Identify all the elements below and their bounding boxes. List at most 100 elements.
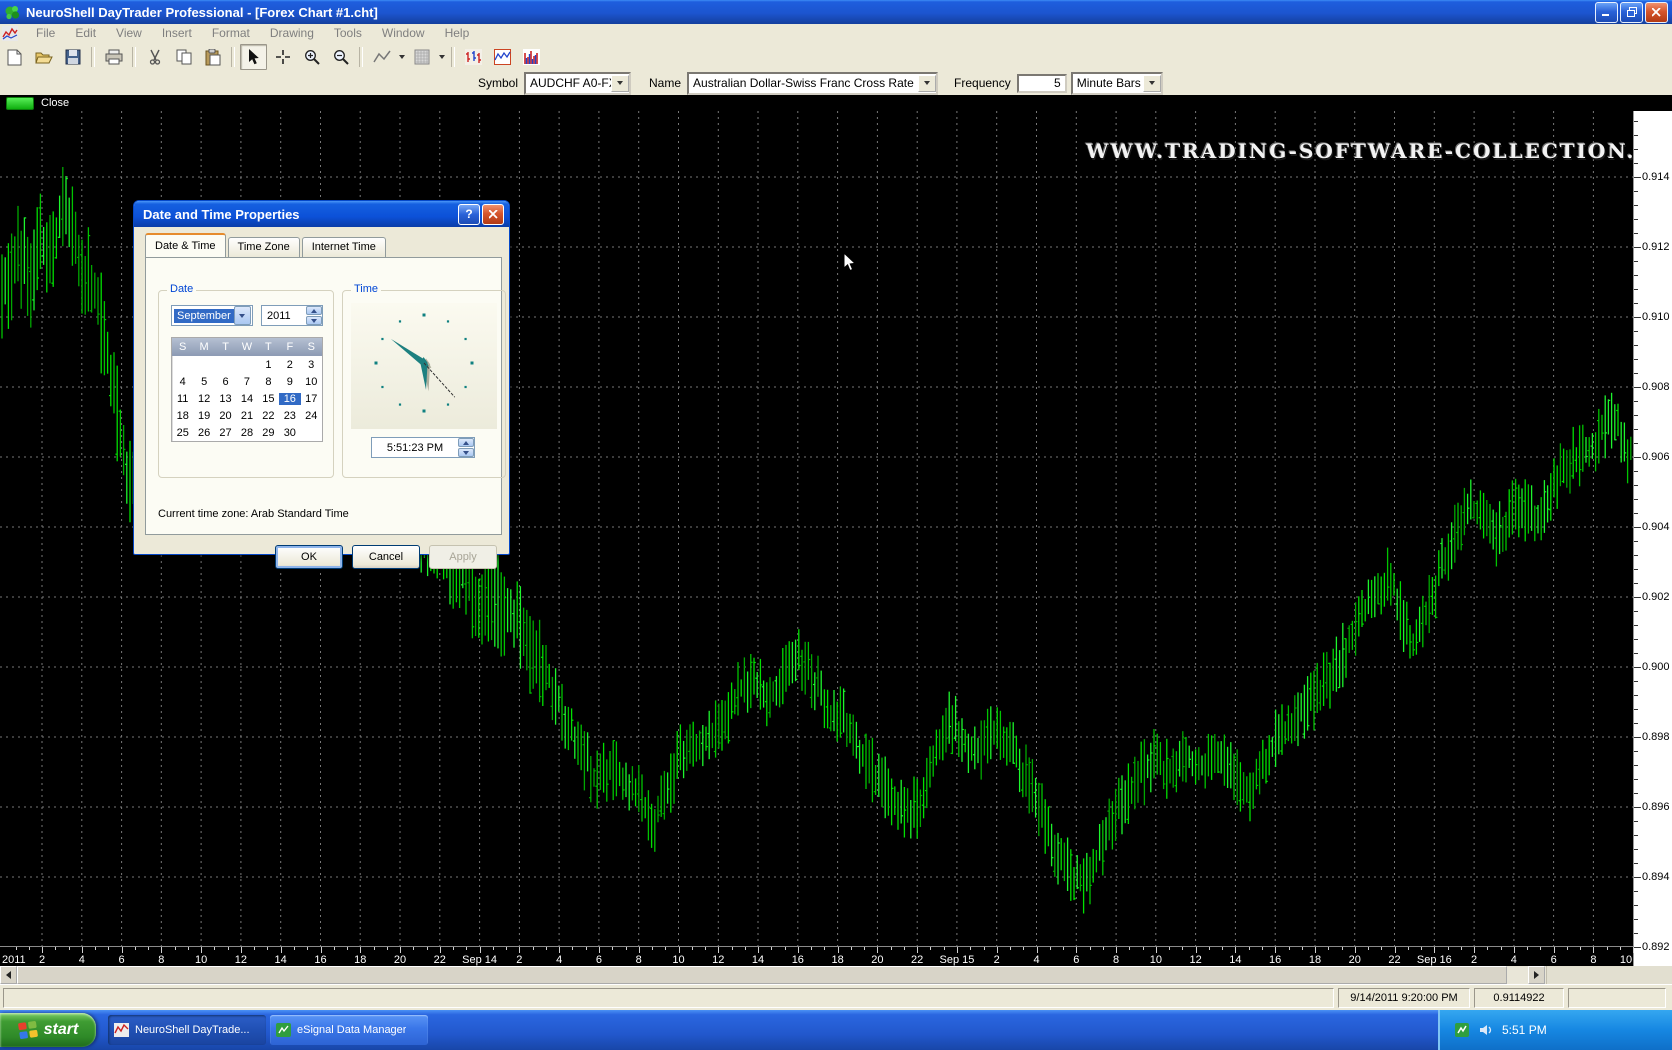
calendar-day-17[interactable]: 17 — [301, 393, 322, 405]
pointer-tool-icon[interactable] — [240, 44, 267, 70]
calendar-day-23[interactable]: 23 — [279, 410, 300, 422]
dialog-help-button[interactable]: ? — [458, 204, 480, 225]
chart-wave-icon[interactable] — [489, 44, 516, 70]
frequency-input[interactable]: 5 — [1017, 74, 1067, 93]
time-minor-tick — [347, 947, 348, 950]
calendar-day-19[interactable]: 19 — [193, 410, 214, 422]
calendar-day-14[interactable]: 14 — [236, 393, 257, 405]
calendar[interactable]: SMTWTFS123456789101112131415161718192021… — [171, 337, 323, 442]
chart-bars-icon[interactable] — [518, 44, 545, 70]
calendar-day-25[interactable]: 25 — [172, 427, 193, 439]
save-icon[interactable] — [59, 44, 86, 70]
tab-internet-time[interactable]: Internet Time — [302, 237, 386, 257]
start-button[interactable]: start — [0, 1013, 96, 1047]
calendar-day-21[interactable]: 21 — [236, 410, 257, 422]
taskbar-task-1[interactable]: eSignal Data Manager — [270, 1015, 428, 1045]
calendar-day-7[interactable]: 7 — [236, 376, 257, 388]
menu-edit[interactable]: Edit — [65, 24, 106, 43]
calendar-day-18[interactable]: 18 — [172, 410, 193, 422]
month-dropdown-icon[interactable] — [234, 306, 251, 325]
time-tick-label: 12 — [1189, 954, 1201, 966]
time-down-icon[interactable] — [458, 448, 474, 457]
month-combobox[interactable]: September — [171, 305, 253, 326]
symbol-dropdown-icon[interactable] — [611, 75, 629, 92]
open-folder-icon[interactable] — [30, 44, 57, 70]
year-up-icon[interactable] — [306, 306, 322, 315]
calendar-day-29[interactable]: 29 — [258, 427, 279, 439]
tab-time-zone[interactable]: Time Zone — [228, 237, 300, 257]
horizontal-scrollbar[interactable] — [0, 966, 1672, 984]
close-button[interactable] — [1645, 2, 1668, 23]
menu-file[interactable]: File — [26, 24, 65, 43]
bar-type-dropdown-icon[interactable] — [1143, 75, 1161, 92]
calendar-day-8[interactable]: 8 — [258, 376, 279, 388]
copy-icon[interactable] — [170, 44, 197, 70]
calendar-day-22[interactable]: 22 — [258, 410, 279, 422]
calendar-day-16[interactable]: 16 — [279, 393, 300, 405]
calendar-day-26[interactable]: 26 — [193, 427, 214, 439]
calendar-day-12[interactable]: 12 — [193, 393, 214, 405]
cancel-button[interactable]: Cancel — [352, 545, 420, 569]
print-icon[interactable] — [100, 44, 127, 70]
name-combobox[interactable]: Australian Dollar-Swiss Franc Cross Rate — [687, 72, 938, 95]
calendar-day-13[interactable]: 13 — [215, 393, 236, 405]
scrollbar-thumb[interactable] — [17, 966, 1507, 984]
scroll-right-icon[interactable] — [1528, 966, 1545, 984]
apply-button[interactable]: Apply — [429, 545, 497, 569]
calendar-day-27[interactable]: 27 — [215, 427, 236, 439]
minimize-button[interactable] — [1595, 2, 1618, 23]
calendar-day-20[interactable]: 20 — [215, 410, 236, 422]
time-minor-tick — [1554, 947, 1555, 950]
time-spinner[interactable]: 5:51:23 PM — [371, 437, 475, 458]
symbol-combobox[interactable]: AUDCHF A0-FX — [524, 72, 631, 95]
menu-help[interactable]: Help — [435, 24, 480, 43]
taskbar-task-0[interactable]: NeuroShell DayTrade... — [108, 1015, 266, 1045]
line-tool-icon[interactable] — [368, 44, 395, 70]
menu-tools[interactable]: Tools — [324, 24, 372, 43]
menu-window[interactable]: Window — [372, 24, 435, 43]
menu-view[interactable]: View — [106, 24, 152, 43]
name-dropdown-icon[interactable] — [918, 75, 936, 92]
paste-icon[interactable] — [199, 44, 226, 70]
menu-insert[interactable]: Insert — [152, 24, 202, 43]
close-series-chip[interactable] — [6, 97, 34, 110]
calendar-day-2[interactable]: 2 — [279, 359, 300, 371]
time-minor-tick — [984, 947, 985, 950]
crosshair-tool-icon[interactable] — [269, 44, 296, 70]
ok-button[interactable]: OK — [275, 545, 343, 569]
calendar-day-1[interactable]: 1 — [258, 359, 279, 371]
year-down-icon[interactable] — [306, 316, 322, 325]
calendar-day-30[interactable]: 30 — [279, 427, 300, 439]
calendar-day-9[interactable]: 9 — [279, 376, 300, 388]
calendar-day-15[interactable]: 15 — [258, 393, 279, 405]
cut-icon[interactable] — [141, 44, 168, 70]
calendar-day-6[interactable]: 6 — [215, 376, 236, 388]
bar-type-combobox[interactable]: Minute Bars — [1071, 72, 1163, 95]
scroll-left-icon[interactable] — [0, 966, 17, 984]
time-up-icon[interactable] — [458, 438, 474, 447]
pattern-tool-dropdown-icon[interactable] — [436, 45, 447, 69]
calendar-day-3[interactable]: 3 — [301, 359, 322, 371]
menu-format[interactable]: Format — [202, 24, 260, 43]
calendar-day-11[interactable]: 11 — [172, 393, 193, 405]
time-minor-tick — [559, 947, 560, 950]
calendar-day-24[interactable]: 24 — [301, 410, 322, 422]
zoom-out-icon[interactable] — [327, 44, 354, 70]
menu-drawing[interactable]: Drawing — [260, 24, 324, 43]
chart-ohlc-icon[interactable] — [460, 44, 487, 70]
calendar-day-10[interactable]: 10 — [301, 376, 322, 388]
tray-volume-icon[interactable] — [1478, 1022, 1494, 1038]
tray-esignal-icon[interactable] — [1454, 1022, 1470, 1038]
calendar-day-5[interactable]: 5 — [193, 376, 214, 388]
tab-date-time[interactable]: Date & Time — [145, 233, 226, 257]
calendar-day-4[interactable]: 4 — [172, 376, 193, 388]
restore-button[interactable] — [1620, 2, 1643, 23]
pattern-tool-icon[interactable] — [408, 44, 435, 70]
dialog-close-button[interactable] — [482, 204, 504, 225]
line-tool-dropdown-icon[interactable] — [396, 45, 407, 69]
zoom-in-icon[interactable] — [298, 44, 325, 70]
year-spinner[interactable]: 2011 — [261, 305, 323, 326]
new-file-icon[interactable] — [1, 44, 28, 70]
calendar-day-28[interactable]: 28 — [236, 427, 257, 439]
time-minor-tick — [1196, 947, 1197, 950]
